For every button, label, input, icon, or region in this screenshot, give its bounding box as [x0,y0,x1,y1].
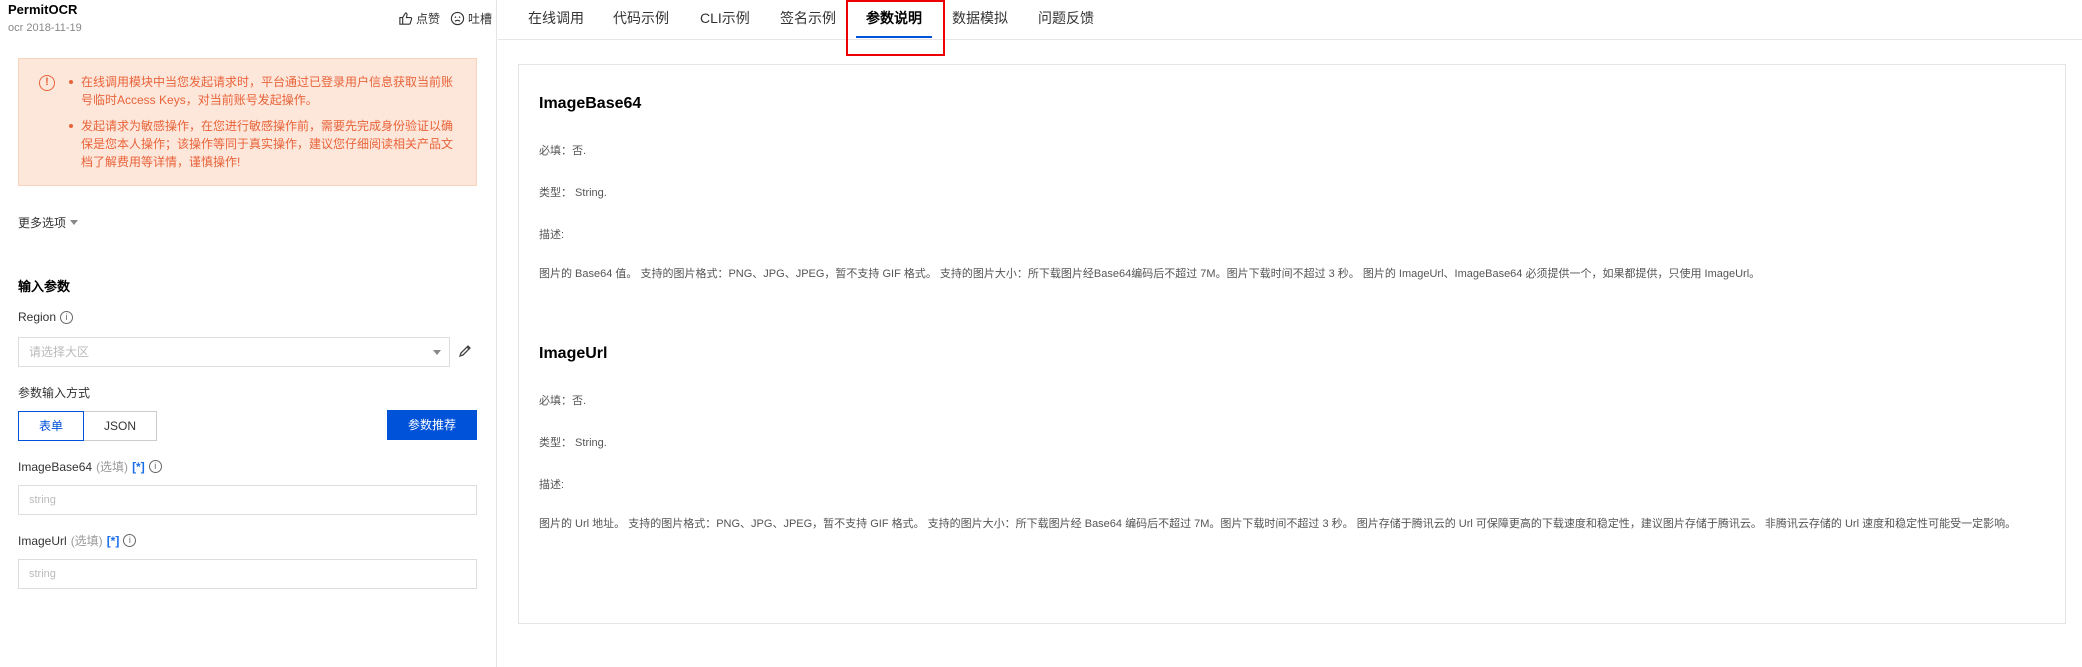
thumbs-up-icon [399,12,413,25]
more-options-label: 更多选项 [18,216,67,230]
field-optional: (选填) [96,460,129,474]
param-description: 图片的 Url 地址。 支持的图片格式：PNG、JPG、JPEG，暂不支持 GI… [539,518,2017,530]
param-type: 类型： String. [539,187,607,199]
tab-signature-example[interactable]: 签名示例 [780,8,836,28]
mode-label: 参数输入方式 [18,386,91,400]
frown-face-icon [450,11,465,26]
region-label-row: Region i [18,310,74,324]
param-required: 必填：否. [539,145,587,157]
warning-icon: ! [39,75,55,91]
dropdown-caret-icon [433,350,441,355]
complain-button[interactable]: 吐槽 [450,10,492,27]
tab-code-example[interactable]: 代码示例 [613,8,669,28]
param-desc-label: 描述: [539,479,565,491]
more-options-toggle[interactable]: 更多选项 [18,214,79,231]
field-star-marker[interactable]: [*] [107,534,120,548]
param-title: ImageUrl [539,345,608,362]
param-desc-label: 描述: [539,229,565,241]
param-type: 类型： String. [539,437,607,449]
input-placeholder: string [29,568,56,580]
api-version: ocr 2018-11-19 [8,22,82,34]
tab-cli-example[interactable]: CLI示例 [700,8,750,28]
tab-feedback[interactable]: 问题反馈 [1038,8,1094,28]
highlight-box [846,0,945,56]
alert-item: 发起请求为敏感操作，在您进行敏感操作前，需要先完成身份验证以确保是您本人操作；该… [69,117,456,171]
caret-down-icon [70,220,79,225]
like-button[interactable]: 点赞 [398,10,440,27]
api-title: PermitOCR [8,2,78,17]
imageurl-label-row: ImageUrl (选填) [*] i [18,532,137,549]
input-params-title: 输入参数 [18,279,71,294]
like-label: 点赞 [416,12,441,26]
param-description: 图片的 Base64 值。 支持的图片格式：PNG、JPG、JPEG，暂不支持 … [539,268,1761,280]
field-star-marker[interactable]: [*] [132,460,145,474]
complain-label: 吐槽 [468,12,493,26]
field-name: ImageBase64 [18,459,93,474]
info-icon[interactable]: i [123,534,137,547]
feedback-actions: 点赞 吐槽 [398,10,492,27]
edit-pencil-icon[interactable] [457,343,473,359]
param-title: ImageBase64 [539,95,642,112]
warning-alert: ! 在线调用模块中当您发起请求时，平台通过已登录用户信息获取当前账号临时Acce… [18,58,477,186]
alert-item: 在线调用模块中当您发起请求时，平台通过已登录用户信息获取当前账号临时Access… [69,73,456,109]
field-name: ImageUrl [18,533,67,548]
param-required: 必填：否. [539,395,587,407]
region-placeholder: 请选择大区 [29,345,90,359]
param-doc-card: ImageBase64 必填：否. 类型： String. 描述: 图片的 Ba… [518,64,2066,624]
region-select[interactable]: 请选择大区 [18,337,450,367]
tab-data-mock[interactable]: 数据模拟 [952,8,1008,28]
tab-bar: 在线调用 代码示例 CLI示例 签名示例 参数说明 数据模拟 问题反馈 [498,0,2082,40]
param-recommend-button[interactable]: 参数推荐 [387,410,477,440]
mode-json-button[interactable]: JSON [84,411,157,441]
region-label: Region [18,310,57,324]
imagebase64-input[interactable]: string [18,485,477,515]
info-icon[interactable]: i [60,310,74,324]
input-mode-switch: 表单 JSON [18,411,157,441]
imagebase64-label-row: ImageBase64 (选填) [*] i [18,458,162,475]
tab-online-call[interactable]: 在线调用 [528,8,584,28]
left-panel: PermitOCR ocr 2018-11-19 点赞 吐槽 ! 在线调用模块中… [0,0,497,667]
mode-form-button[interactable]: 表单 [18,411,84,441]
imageurl-input[interactable]: string [18,559,477,589]
info-icon[interactable]: i [148,460,162,473]
field-optional: (选填) [70,534,103,548]
input-placeholder: string [29,494,56,506]
